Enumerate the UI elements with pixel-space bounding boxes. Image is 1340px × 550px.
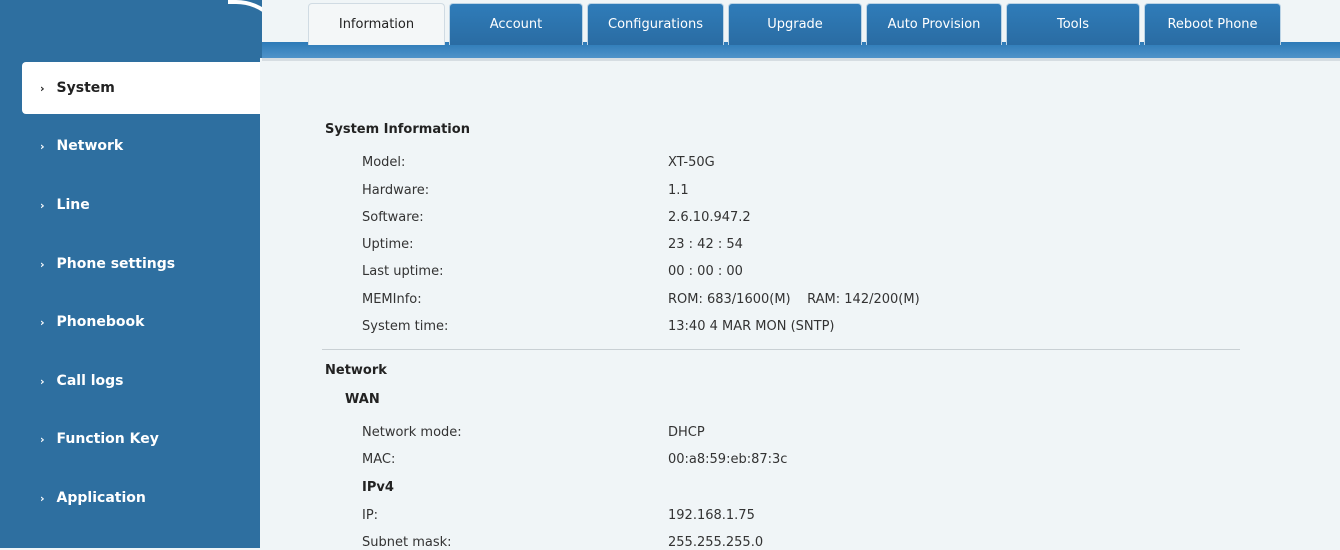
value-last-uptime: 00 : 00 : 00 bbox=[668, 264, 743, 279]
value-meminfo: ROM: 683/1600(M) RAM: 142/200(M) bbox=[668, 292, 920, 307]
value-model: XT-50G bbox=[668, 155, 715, 170]
value-network-mode: DHCP bbox=[668, 425, 705, 440]
value-hardware: 1.1 bbox=[668, 183, 689, 198]
tab-upgrade[interactable]: Upgrade bbox=[728, 3, 862, 45]
label-mac: MAC: bbox=[362, 452, 396, 467]
label-hardware: Hardware: bbox=[362, 183, 430, 198]
sidebar-item-phonebook[interactable]: › Phonebook bbox=[0, 296, 258, 348]
sidebar-item-label: Application bbox=[56, 490, 146, 506]
sidebar-item-function-key[interactable]: › Function Key bbox=[0, 413, 258, 465]
tab-bar-shadow bbox=[262, 58, 1340, 61]
sidebar-item-application[interactable]: › Application bbox=[0, 472, 258, 524]
chevron-right-icon: › bbox=[40, 315, 45, 329]
sidebar-item-label: Network bbox=[56, 138, 124, 154]
sidebar-header bbox=[0, 0, 262, 58]
chevron-right-icon: › bbox=[40, 81, 45, 95]
value-software: 2.6.10.947.2 bbox=[668, 210, 751, 225]
subsection-title-ipv4: IPv4 bbox=[362, 480, 394, 495]
chevron-right-icon: › bbox=[40, 374, 45, 388]
label-network-mode: Network mode: bbox=[362, 425, 462, 440]
label-software: Software: bbox=[362, 210, 424, 225]
sidebar-item-call-logs[interactable]: › Call logs bbox=[0, 355, 258, 407]
value-uptime: 23 : 42 : 54 bbox=[668, 237, 743, 252]
chevron-right-icon: › bbox=[40, 491, 45, 505]
chevron-right-icon: › bbox=[40, 139, 45, 153]
section-title-network: Network bbox=[325, 363, 387, 378]
chevron-right-icon: › bbox=[40, 198, 45, 212]
value-system-time: 13:40 4 MAR MON (SNTP) bbox=[668, 319, 835, 334]
tab-auto-provision[interactable]: Auto Provision bbox=[866, 3, 1002, 45]
sidebar-item-label: Phone settings bbox=[56, 256, 176, 272]
sidebar-item-network[interactable]: › Network bbox=[0, 120, 258, 172]
tab-configurations[interactable]: Configurations bbox=[587, 3, 724, 45]
value-ip: 192.168.1.75 bbox=[668, 508, 755, 523]
chevron-right-icon: › bbox=[40, 432, 45, 446]
section-divider bbox=[322, 349, 1240, 350]
value-mac: 00:a8:59:eb:87:3c bbox=[668, 452, 788, 467]
sidebar-item-system[interactable]: › System bbox=[22, 62, 260, 114]
sidebar-item-line[interactable]: › Line bbox=[0, 179, 258, 231]
label-system-time: System time: bbox=[362, 319, 449, 334]
label-last-uptime: Last uptime: bbox=[362, 264, 444, 279]
tab-information[interactable]: Information bbox=[308, 3, 445, 45]
label-ip: IP: bbox=[362, 508, 379, 523]
tab-tools[interactable]: Tools bbox=[1006, 3, 1140, 45]
label-meminfo: MEMInfo: bbox=[362, 292, 422, 307]
subsection-title-wan: WAN bbox=[345, 392, 380, 407]
sidebar-item-label: System bbox=[56, 80, 115, 96]
sidebar-item-label: Line bbox=[56, 197, 90, 213]
label-uptime: Uptime: bbox=[362, 237, 414, 252]
sidebar-item-label: Call logs bbox=[56, 373, 124, 389]
sidebar-item-label: Phonebook bbox=[56, 314, 145, 330]
section-title-system-information: System Information bbox=[325, 122, 470, 137]
label-model: Model: bbox=[362, 155, 406, 170]
sidebar-item-label: Function Key bbox=[56, 431, 159, 447]
sidebar-item-phone-settings[interactable]: › Phone settings bbox=[0, 238, 258, 290]
chevron-right-icon: › bbox=[40, 257, 45, 271]
tab-account[interactable]: Account bbox=[449, 3, 583, 45]
tab-reboot-phone[interactable]: Reboot Phone bbox=[1144, 3, 1281, 45]
